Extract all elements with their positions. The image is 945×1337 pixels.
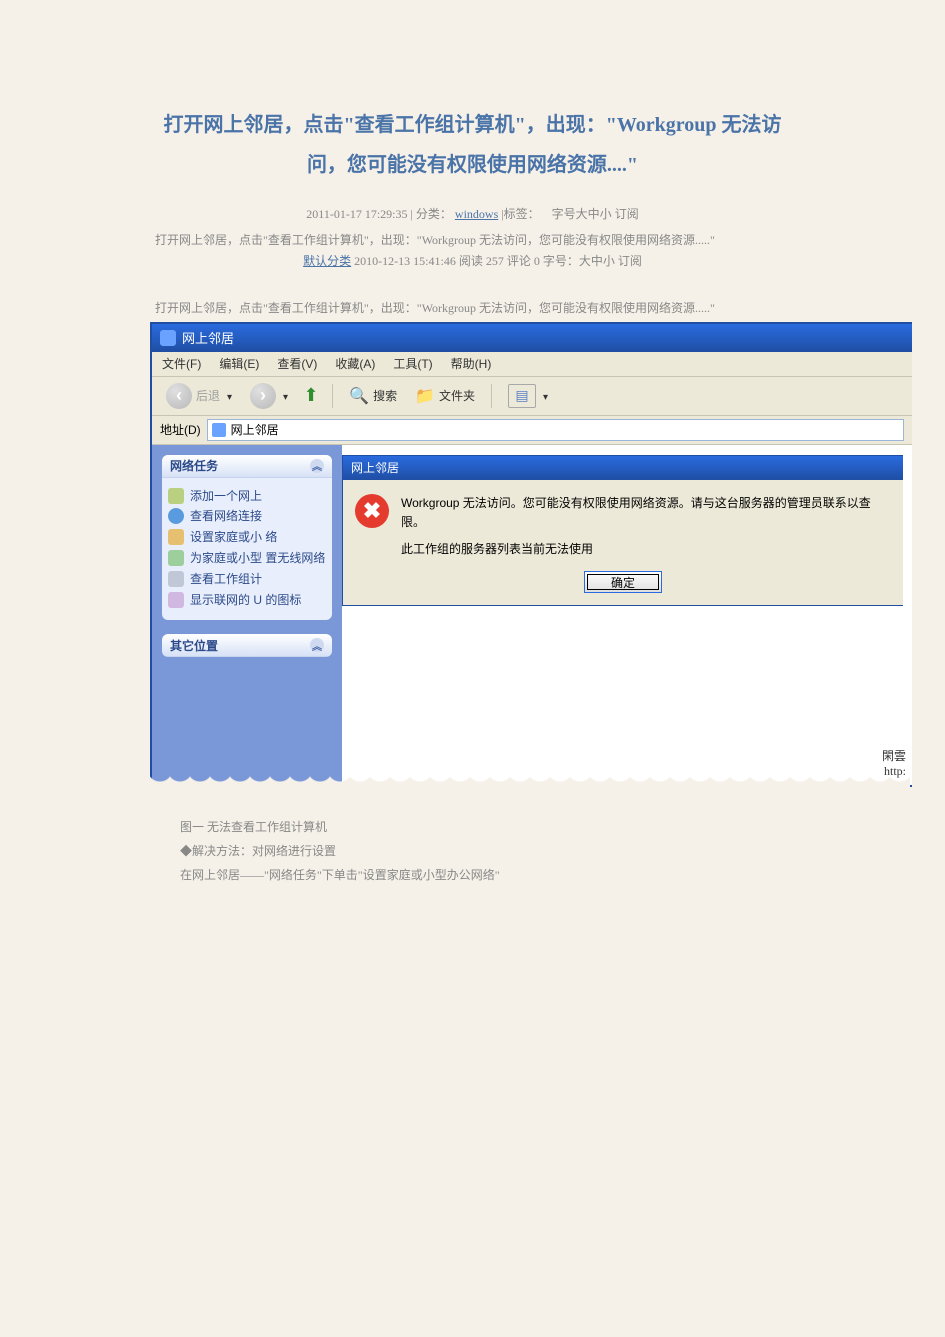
menu-help[interactable]: 帮助(H) — [451, 355, 492, 372]
collapse-icon: ︽ — [310, 638, 324, 652]
sidebar-panel-other-places: 其它位置 ︽ — [162, 634, 332, 657]
dialog-message: Workgroup 无法访问。您可能没有权限使用网络资源。请与这台服务器的管理员… — [401, 494, 891, 560]
error-dialog: 网上邻居 Workgroup 无法访问。您可能没有权限使用网络资源。请与这台服务… — [342, 455, 903, 607]
meta-cat-label: 分类： — [416, 207, 452, 221]
wireless-icon — [168, 550, 184, 566]
up-button[interactable] — [300, 385, 322, 407]
views-button[interactable] — [502, 381, 554, 411]
dialog-body: Workgroup 无法访问。您可能没有权限使用网络资源。请与这台服务器的管理员… — [343, 480, 903, 568]
panel-title: 其它位置 — [170, 637, 218, 654]
menu-file[interactable]: 文件(F) — [162, 355, 201, 372]
dialog-title: 网上邻居 — [343, 456, 903, 480]
task-label: 查看网络连接 — [190, 508, 262, 525]
default-cat-link[interactable]: 默认分类 — [303, 254, 351, 268]
views-icon — [508, 384, 536, 408]
task-label: 添加一个网上 — [190, 488, 262, 505]
xp-content-area: 网上邻居 Workgroup 无法访问。您可能没有权限使用网络资源。请与这台服务… — [342, 445, 912, 785]
error-icon — [355, 494, 389, 528]
panel-header[interactable]: 网络任务 ︽ — [162, 455, 332, 478]
home-network-icon — [168, 529, 184, 545]
xp-addressbar: 地址(D) 网上邻居 — [152, 416, 912, 445]
ok-button[interactable]: 确定 — [584, 571, 662, 593]
menu-edit[interactable]: 编辑(E) — [219, 355, 259, 372]
xp-menubar: 文件(F) 编辑(E) 查看(V) 收藏(A) 工具(T) 帮助(H) — [152, 352, 912, 377]
meta-sub: 订阅 — [615, 207, 639, 221]
address-label: 地址(D) — [160, 421, 201, 438]
task-item[interactable]: 添加一个网上 — [168, 488, 326, 505]
address-field[interactable]: 网上邻居 — [207, 419, 904, 441]
back-button[interactable]: 后退 — [160, 381, 238, 411]
chevron-down-icon — [280, 389, 288, 403]
watermark-text: 閑雲 — [882, 747, 906, 764]
add-place-icon — [168, 488, 184, 504]
panel-body: 添加一个网上 查看网络连接 设置家庭或小 络 为家庭或小型 置无线 — [162, 478, 332, 621]
task-item[interactable]: 显示联网的 U 的图标 — [168, 592, 326, 609]
task-item[interactable]: 为家庭或小型 置无线网络 — [168, 550, 326, 567]
dialog-msg-2: 此工作组的服务器列表当前无法使用 — [401, 540, 891, 559]
intro-line-2-rest: 2010-12-13 15:41:46 阅读 257 评论 0 字号：大中小 订… — [354, 254, 642, 268]
caption-line-1: 图一 无法查看工作组计算机 — [180, 815, 790, 839]
folders-label: 文件夹 — [439, 387, 475, 404]
dialog-msg-1: Workgroup 无法访问。您可能没有权限使用网络资源。请与这台服务器的管理员… — [401, 494, 891, 532]
address-value: 网上邻居 — [231, 421, 279, 438]
body-line: 打开网上邻居，点击"查看工作组计算机"，出现："Workgroup 无法访问，您… — [155, 299, 790, 316]
meta-sep: | — [411, 207, 413, 221]
upnp-icon — [168, 592, 184, 608]
folders-button[interactable]: 文件夹 — [409, 381, 481, 411]
forward-button[interactable] — [244, 381, 294, 411]
dialog-buttons: 确定 — [343, 567, 903, 605]
workgroup-icon — [168, 571, 184, 587]
task-label: 为家庭或小型 置无线网络 — [190, 550, 325, 567]
panel-title: 网络任务 — [170, 457, 218, 474]
meta-font-label: 字号大中小 — [552, 207, 612, 221]
meta-tag-label: |标签： — [501, 207, 539, 221]
search-button[interactable]: 搜索 — [343, 381, 403, 411]
task-label: 查看工作组计 — [190, 571, 262, 588]
caption-line-3: 在网上邻居——"网络任务"下单击"设置家庭或小型办公网络" — [180, 863, 790, 887]
network-places-icon — [160, 330, 176, 346]
meta-date: 2011-01-17 17:29:35 — [306, 207, 407, 221]
chevron-down-icon — [224, 389, 232, 403]
caption-line-2: ◆解决方法：对网络进行设置 — [180, 839, 790, 863]
xp-body: 网络任务 ︽ 添加一个网上 查看网络连接 — [152, 445, 912, 785]
separator — [491, 384, 492, 408]
menu-fav[interactable]: 收藏(A) — [335, 355, 375, 372]
xp-titlebar: 网上邻居 — [152, 324, 912, 352]
back-label: 后退 — [196, 387, 220, 404]
sidebar-panel-network-tasks: 网络任务 ︽ 添加一个网上 查看网络连接 — [162, 455, 332, 621]
intro-line-1: 打开网上邻居，点击"查看工作组计算机"，出现："Workgroup 无法访问，您… — [155, 230, 790, 252]
task-item[interactable]: 查看工作组计 — [168, 571, 326, 588]
post-meta: 2011-01-17 17:29:35 | 分类： windows |标签： 字… — [155, 205, 790, 222]
network-places-icon — [212, 423, 226, 437]
xp-window: 网上邻居 文件(F) 编辑(E) 查看(V) 收藏(A) 工具(T) 帮助(H)… — [150, 322, 912, 787]
post-title: 打开网上邻居，点击"查看工作组计算机"，出现："Workgroup 无法访问，您… — [155, 105, 790, 185]
task-label: 设置家庭或小 络 — [190, 529, 277, 546]
task-item[interactable]: 查看网络连接 — [168, 508, 326, 525]
intro-line-2: 默认分类 2010-12-13 15:41:46 阅读 257 评论 0 字号：… — [155, 252, 790, 269]
xp-toolbar: 后退 搜索 文件夹 — [152, 377, 912, 416]
meta-cat-link[interactable]: windows — [455, 207, 498, 221]
window-title: 网上邻居 — [182, 328, 234, 347]
collapse-icon: ︽ — [310, 459, 324, 473]
back-arrow-icon — [166, 383, 192, 409]
xp-sidebar: 网络任务 ︽ 添加一个网上 查看网络连接 — [152, 445, 342, 785]
folder-icon — [415, 386, 435, 406]
panel-header[interactable]: 其它位置 ︽ — [162, 634, 332, 657]
globe-icon — [168, 508, 184, 524]
menu-tools[interactable]: 工具(T) — [393, 355, 432, 372]
forward-arrow-icon — [250, 383, 276, 409]
search-icon — [349, 386, 369, 406]
menu-view[interactable]: 查看(V) — [277, 355, 317, 372]
task-item[interactable]: 设置家庭或小 络 — [168, 529, 326, 546]
screenshot-crop-edge — [150, 775, 910, 805]
task-label: 显示联网的 U 的图标 — [190, 592, 301, 609]
separator — [332, 384, 333, 408]
search-label: 搜索 — [373, 387, 397, 404]
chevron-down-icon — [540, 389, 548, 403]
caption-block: 图一 无法查看工作组计算机 ◆解决方法：对网络进行设置 在网上邻居——"网络任务… — [155, 815, 790, 887]
